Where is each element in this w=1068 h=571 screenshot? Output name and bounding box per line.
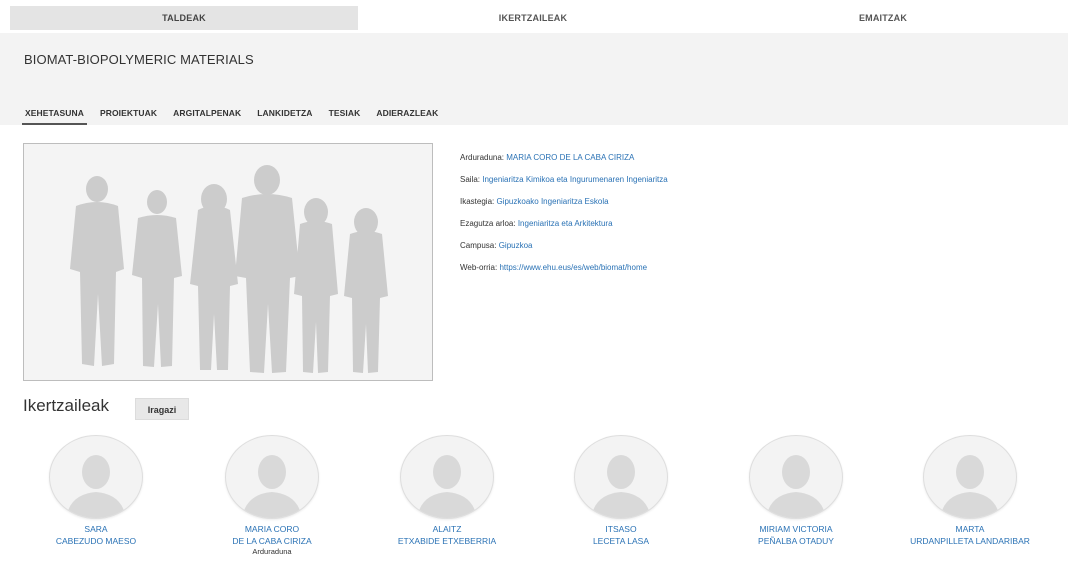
researcher-card[interactable]: SARA CABEZUDO MAESO bbox=[11, 435, 181, 547]
detail-school: Ikastegia: Gipuzkoako Ingeniaritza Eskol… bbox=[460, 195, 668, 217]
subtab-adierazleak[interactable]: ADIERAZLEAK bbox=[373, 108, 441, 125]
researcher-last-name: LECETA LASA bbox=[592, 536, 650, 546]
researcher-last-name: DE LA CABA CIRIZA bbox=[232, 536, 312, 546]
subtab-proiektuak[interactable]: PROIEKTUAK bbox=[97, 108, 160, 125]
researcher-last-name: URDANPILLETA LANDARIBAR bbox=[910, 536, 1030, 546]
detail-link[interactable]: Gipuzkoa bbox=[499, 241, 533, 250]
person-placeholder-icon bbox=[766, 455, 826, 518]
tab-taldeak[interactable]: TALDEAK bbox=[10, 6, 358, 30]
researcher-last-name: ETXABIDE ETXEBERRIA bbox=[397, 536, 497, 546]
group-subtabs: XEHETASUNA PROIEKTUAK ARGITALPENAK LANKI… bbox=[22, 108, 441, 125]
subtab-tesiak[interactable]: TESIAK bbox=[326, 108, 364, 125]
subtab-xehetasuna[interactable]: XEHETASUNA bbox=[22, 108, 87, 125]
detail-label: Ikastegia: bbox=[460, 197, 495, 206]
detail-label: Campusa: bbox=[460, 241, 497, 250]
detail-link[interactable]: Ingeniaritza Kimikoa eta Ingurumenaren I… bbox=[482, 175, 667, 184]
group-details: Arduraduna: MARIA CORO DE LA CABA CIRIZA… bbox=[460, 151, 668, 283]
researcher-first-name: MARIA CORO bbox=[244, 524, 300, 534]
avatar bbox=[400, 435, 494, 519]
researcher-card[interactable]: MARIA CORO DE LA CABA CIRIZA Arduraduna bbox=[187, 435, 357, 557]
researcher-first-name: SARA bbox=[84, 524, 108, 534]
page-title: BIOMAT-BIOPOLYMERIC MATERIALS bbox=[24, 52, 254, 67]
detail-link[interactable]: https://www.ehu.eus/es/web/biomat/home bbox=[499, 263, 647, 272]
tab-ikertzaileak[interactable]: IKERTZAILEAK bbox=[358, 6, 708, 30]
top-navigation: TALDEAK IKERTZAILEAK EMAITZAK bbox=[0, 0, 1068, 33]
researcher-card[interactable]: ALAITZ ETXABIDE ETXEBERRIA bbox=[362, 435, 532, 547]
avatar bbox=[749, 435, 843, 519]
detail-knowledge-area: Ezagutza arloa: Ingeniaritza eta Arkitek… bbox=[460, 217, 668, 239]
researchers-heading: Ikertzaileak bbox=[23, 396, 109, 415]
tab-emaitzak[interactable]: EMAITZAK bbox=[708, 6, 1058, 30]
detail-link[interactable]: MARIA CORO DE LA CABA CIRIZA bbox=[506, 153, 634, 162]
researcher-first-name: ITSASO bbox=[605, 524, 637, 534]
person-placeholder-icon bbox=[417, 455, 477, 518]
researcher-name[interactable]: ALAITZ ETXABIDE ETXEBERRIA bbox=[362, 523, 532, 547]
detail-link[interactable]: Gipuzkoako Ingeniaritza Eskola bbox=[496, 197, 608, 206]
subtab-argitalpenak[interactable]: ARGITALPENAK bbox=[170, 108, 244, 125]
avatar bbox=[225, 435, 319, 519]
researcher-name[interactable]: MIRIAM VICTORIA PEÑALBA OTADUY bbox=[711, 523, 881, 547]
filter-button[interactable]: Iragazi bbox=[135, 398, 189, 420]
subtab-lankidetza[interactable]: LANKIDETZA bbox=[254, 108, 315, 125]
avatar bbox=[574, 435, 668, 519]
researcher-first-name: MIRIAM VICTORIA bbox=[759, 524, 833, 534]
detail-label: Ezagutza arloa: bbox=[460, 219, 516, 228]
detail-responsible: Arduraduna: MARIA CORO DE LA CABA CIRIZA bbox=[460, 151, 668, 173]
researcher-name[interactable]: MARTA URDANPILLETA LANDARIBAR bbox=[885, 523, 1055, 547]
person-placeholder-icon bbox=[66, 455, 126, 518]
researcher-role: Arduraduna bbox=[252, 547, 292, 556]
detail-link[interactable]: Ingeniaritza eta Arkitektura bbox=[518, 219, 613, 228]
researcher-card[interactable]: MIRIAM VICTORIA PEÑALBA OTADUY bbox=[711, 435, 881, 547]
avatar bbox=[923, 435, 1017, 519]
researcher-first-name: ALAITZ bbox=[432, 524, 462, 534]
researcher-card[interactable]: ITSASO LECETA LASA bbox=[536, 435, 706, 547]
person-placeholder-icon bbox=[940, 455, 1000, 518]
detail-label: Arduraduna: bbox=[460, 153, 505, 162]
researcher-first-name: MARTA bbox=[955, 524, 985, 534]
researcher-name[interactable]: MARIA CORO DE LA CABA CIRIZA bbox=[187, 523, 357, 547]
researcher-last-name: CABEZUDO MAESO bbox=[55, 536, 137, 546]
detail-website: Web-orria: https://www.ehu.eus/es/web/bi… bbox=[460, 261, 668, 283]
researcher-name[interactable]: SARA CABEZUDO MAESO bbox=[11, 523, 181, 547]
detail-label: Web-orria: bbox=[460, 263, 498, 272]
group-image bbox=[23, 143, 433, 381]
avatar bbox=[49, 435, 143, 519]
person-placeholder-icon bbox=[242, 455, 302, 518]
researcher-last-name: PEÑALBA OTADUY bbox=[758, 536, 834, 546]
researcher-card[interactable]: MARTA URDANPILLETA LANDARIBAR bbox=[885, 435, 1055, 547]
person-placeholder-icon bbox=[591, 455, 651, 518]
detail-department: Saila: Ingeniaritza Kimikoa eta Ingurume… bbox=[460, 173, 668, 195]
people-silhouette-icon bbox=[70, 165, 388, 373]
detail-campus: Campusa: Gipuzkoa bbox=[460, 239, 668, 261]
researcher-name[interactable]: ITSASO LECETA LASA bbox=[536, 523, 706, 547]
detail-label: Saila: bbox=[460, 175, 481, 184]
